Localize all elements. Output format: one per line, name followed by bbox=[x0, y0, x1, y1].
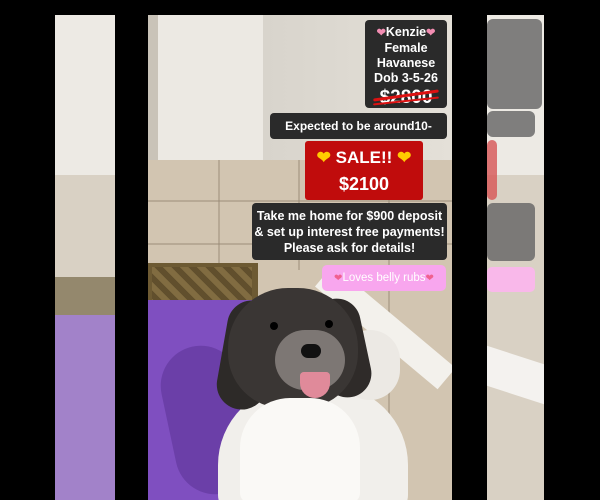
puppy-dob: Dob 3-5-26 bbox=[374, 71, 438, 85]
deposit-line-3: Please ask for details! bbox=[283, 241, 416, 255]
deposit-line-2: & set up interest free payments! bbox=[254, 225, 445, 239]
yellow-heart-icon: ❤ bbox=[316, 148, 331, 167]
expected-weight-caption: Expected to be around10-12lbs bbox=[270, 113, 447, 159]
story-viewer: ❤Kenzie❤ Female Havanese Dob 3-5-26 $280… bbox=[0, 0, 600, 500]
sale-banner: ❤ SALE!! ❤ $2100 bbox=[305, 141, 423, 200]
sale-label: SALE!! bbox=[335, 148, 393, 167]
belly-rubs-text: Loves belly rubs bbox=[342, 272, 426, 284]
pink-heart-icon: ❤ bbox=[426, 27, 436, 39]
belly-rubs-caption: ❤Loves belly rubs❤ bbox=[322, 265, 446, 291]
puppy-name: Kenzie bbox=[385, 25, 427, 39]
blurred-backdrop-right bbox=[487, 15, 544, 500]
pink-heart-icon: ❤ bbox=[425, 273, 434, 284]
deposit-line-1: Take me home for $900 deposit bbox=[256, 209, 443, 223]
yellow-heart-icon: ❤ bbox=[397, 148, 412, 167]
blurred-backdrop-left bbox=[55, 15, 115, 500]
pink-heart-icon: ❤ bbox=[376, 27, 386, 39]
puppy-breed: Havanese bbox=[376, 56, 436, 70]
deposit-caption: Take me home for $900 deposit & set up i… bbox=[252, 203, 447, 260]
puppy-sex: Female bbox=[384, 41, 428, 55]
puppy-info-caption: ❤Kenzie❤ Female Havanese Dob 3-5-26 $280… bbox=[365, 20, 447, 108]
original-price: $2800 bbox=[365, 87, 447, 109]
sale-price: $2100 bbox=[338, 174, 390, 194]
